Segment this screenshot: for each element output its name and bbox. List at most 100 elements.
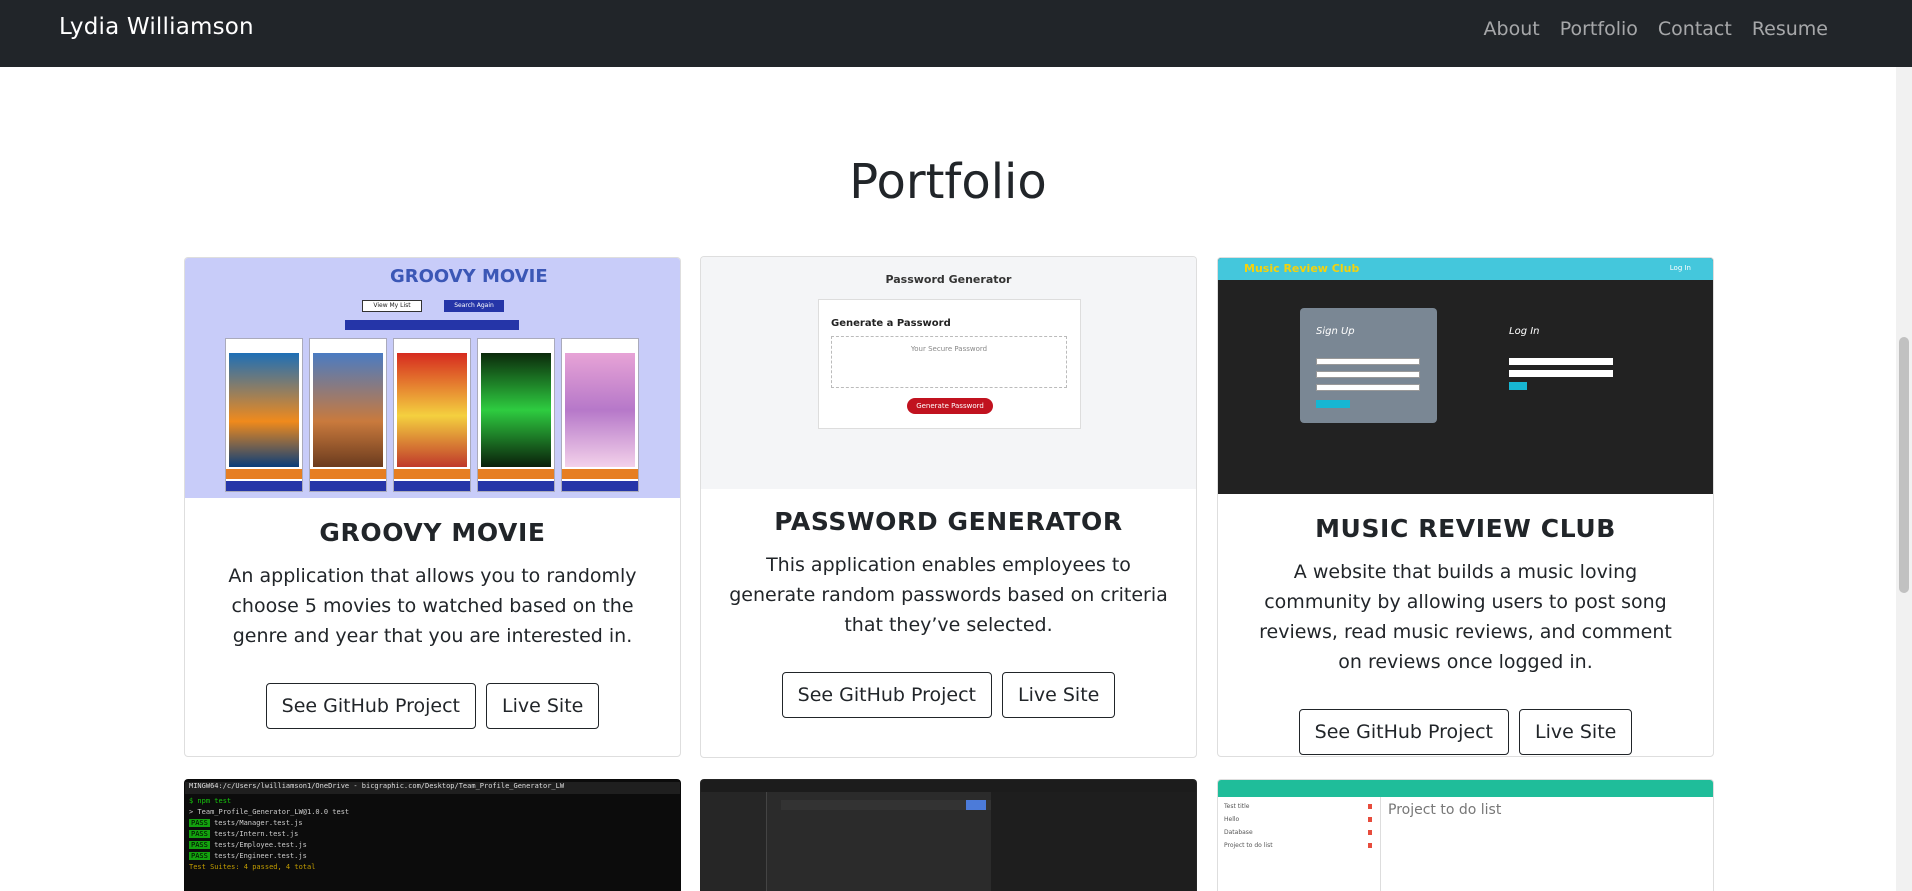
- project-title: MUSIC REVIEW CLUB: [1315, 514, 1616, 543]
- app-navbar: [1218, 780, 1713, 797]
- terminal-line: $ npm test: [189, 797, 232, 805]
- poster-art: [313, 353, 383, 467]
- nav-links: About Portfolio Contact Resume: [1484, 18, 1828, 40]
- card-buttons: See GitHub Project Live Site: [1218, 709, 1713, 755]
- project-card-music-review-club: Music Review Club Log In Sign Up Log In …: [1217, 257, 1714, 757]
- screenshot-button: [1509, 382, 1527, 390]
- screenshot-header: Password Generator: [885, 273, 1012, 286]
- app-sidebar: [701, 792, 767, 891]
- note-item: Hello: [1224, 816, 1376, 823]
- github-project-button[interactable]: See GitHub Project: [265, 683, 477, 729]
- screenshot-logo: GROOVY MOVIE: [390, 266, 548, 287]
- screenshot-brand: Music Review Club: [1244, 262, 1360, 275]
- screenshot-field: [1509, 370, 1613, 377]
- app-send-button: [966, 800, 986, 810]
- terminal-line: > Team_Profile_Generator_LW@1.0.0 test: [189, 808, 350, 816]
- note-item: Database: [1224, 829, 1376, 836]
- project-screenshot: Password Generator Generate a Password Y…: [701, 257, 1196, 489]
- live-site-button[interactable]: Live Site: [1519, 709, 1633, 755]
- nav-link-about[interactable]: About: [1484, 18, 1540, 40]
- terminal-line: Test Suites: 4 passed, 4 total: [189, 863, 316, 871]
- poster-bar: [394, 481, 470, 491]
- screenshot-select: [345, 320, 519, 330]
- screenshot-button: Generate Password: [907, 398, 993, 414]
- project-description: This application enables employees to ge…: [729, 554, 1168, 636]
- screenshot-posters: [225, 338, 639, 492]
- poster-bar: [562, 481, 638, 491]
- project-screenshot: Music Review Club Log In Sign Up Log In: [1218, 258, 1713, 494]
- poster-bar: [226, 469, 302, 479]
- project-card-groovy-movie: GROOVY MOVIE View My List Search Again G…: [184, 257, 681, 757]
- screenshot-signup-card: Sign Up: [1300, 308, 1437, 423]
- app-response-panel: [991, 792, 1196, 891]
- app-titlebar: [701, 780, 1196, 792]
- project-card-note-taker: Test title Hello Database Project to do …: [1217, 779, 1714, 891]
- screenshot-box-title: Generate a Password: [831, 318, 951, 329]
- terminal-test: tests/Manager.test.js: [214, 819, 303, 827]
- terminal-line: PASS tests/Intern.test.js: [189, 830, 676, 838]
- terminal-pass: PASS: [189, 819, 210, 827]
- poster-bar: [478, 469, 554, 479]
- screenshot-field: [1316, 384, 1420, 391]
- project-title: GROOVY MOVIE: [319, 518, 546, 547]
- note-title: Project to do list: [1388, 802, 1502, 818]
- screenshot-button: View My List: [362, 300, 422, 312]
- navbar: Lydia Williamson About Portfolio Contact…: [0, 0, 1912, 67]
- terminal-test: tests/Intern.test.js: [214, 830, 299, 838]
- poster-bar: [562, 469, 638, 479]
- screenshot-signup-title: Sign Up: [1316, 326, 1355, 337]
- terminal-title: MINGW64:/c/Users/lwilliamson1/OneDrive -…: [189, 782, 565, 790]
- section-title: Portfolio: [849, 154, 1047, 210]
- poster-bar: [478, 481, 554, 491]
- page-scrollbar[interactable]: [1896, 67, 1912, 891]
- terminal-test: tests/Employee.test.js: [214, 841, 307, 849]
- poster: [309, 338, 387, 492]
- nav-link-resume[interactable]: Resume: [1752, 18, 1828, 40]
- poster: [561, 338, 639, 492]
- card-body: PASSWORD GENERATOR This application enab…: [701, 507, 1196, 718]
- live-site-button[interactable]: Live Site: [486, 683, 600, 729]
- github-project-button[interactable]: See GitHub Project: [781, 672, 993, 718]
- screenshot-box: Generate a Password Your Secure Password…: [818, 299, 1081, 429]
- project-card-password-generator: Password Generator Generate a Password Y…: [700, 256, 1197, 758]
- terminal-test: tests/Engineer.test.js: [214, 852, 307, 860]
- screenshot-login-link: Log In: [1669, 264, 1691, 272]
- project-title: PASSWORD GENERATOR: [774, 507, 1123, 536]
- poster-bar: [310, 481, 386, 491]
- project-card-team-profile-generator: MINGW64:/c/Users/lwilliamson1/OneDrive -…: [184, 779, 681, 891]
- project-description: An application that allows you to random…: [228, 565, 637, 647]
- card-buttons: See GitHub Project Live Site: [701, 672, 1196, 718]
- poster-bar: [394, 469, 470, 479]
- terminal-line: PASS tests/Manager.test.js: [189, 819, 676, 827]
- screenshot-field: [1316, 358, 1420, 365]
- poster-art: [229, 353, 299, 467]
- card-body: GROOVY MOVIE An application that allows …: [185, 518, 680, 729]
- poster: [393, 338, 471, 492]
- project-description: A website that builds a music loving com…: [1259, 561, 1672, 673]
- navbar-brand[interactable]: Lydia Williamson: [59, 14, 254, 40]
- screenshot-field: [1509, 358, 1613, 365]
- screenshot-button: Search Again: [444, 300, 504, 312]
- nav-link-contact[interactable]: Contact: [1658, 18, 1732, 40]
- terminal-pass: PASS: [189, 852, 210, 860]
- scrollbar-thumb[interactable]: [1899, 337, 1909, 593]
- nav-link-portfolio[interactable]: Portfolio: [1560, 18, 1638, 40]
- card-buttons: See GitHub Project Live Site: [185, 683, 680, 729]
- screenshot-field: [1316, 371, 1420, 378]
- poster: [477, 338, 555, 492]
- note-list: Test title Hello Database Project to do …: [1218, 797, 1381, 891]
- screenshot-button: [1316, 400, 1350, 408]
- github-project-button[interactable]: See GitHub Project: [1298, 709, 1510, 755]
- poster-bar: [226, 481, 302, 491]
- terminal-line: PASS tests/Engineer.test.js: [189, 852, 676, 860]
- poster-art: [565, 353, 635, 467]
- project-card-ecommerce-backend: [700, 779, 1197, 891]
- poster-art: [481, 353, 551, 467]
- live-site-button[interactable]: Live Site: [1002, 672, 1116, 718]
- terminal-titlebar: MINGW64:/c/Users/lwilliamson1/OneDrive -…: [185, 782, 680, 794]
- terminal-pass: PASS: [189, 830, 210, 838]
- poster-bar: [310, 469, 386, 479]
- screenshot-login-title: Log In: [1509, 326, 1540, 337]
- poster-art: [397, 353, 467, 467]
- card-body: MUSIC REVIEW CLUB A website that builds …: [1218, 514, 1713, 755]
